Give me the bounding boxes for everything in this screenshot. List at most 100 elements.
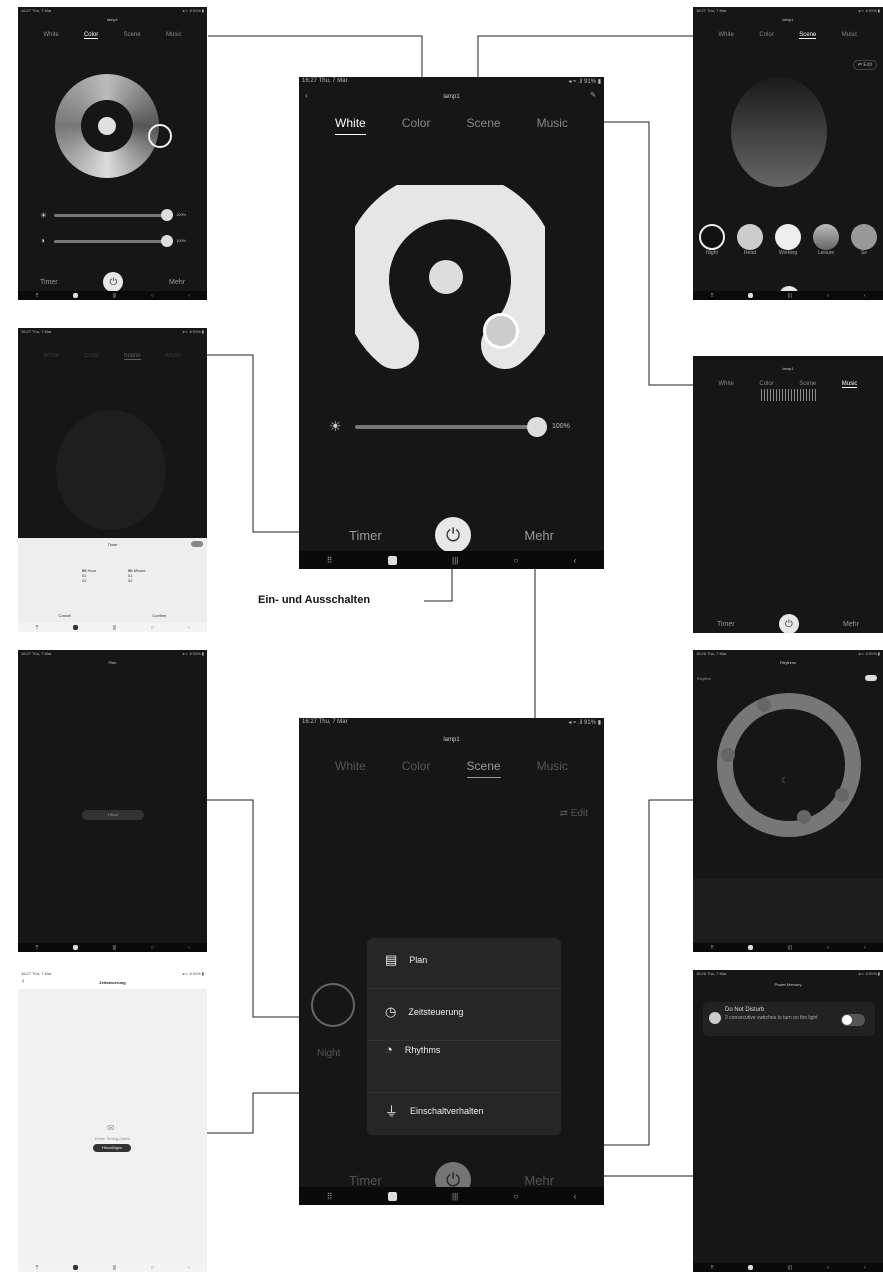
recent-icon[interactable]: ||| bbox=[113, 1265, 117, 1271]
recent-icon[interactable]: ||| bbox=[788, 293, 792, 299]
apps-icon[interactable]: ⠿ bbox=[327, 556, 333, 565]
back-icon[interactable]: ‹ bbox=[188, 1265, 190, 1271]
saturation-slider[interactable] bbox=[54, 240, 167, 243]
timer-button[interactable]: Timer bbox=[349, 1173, 382, 1188]
tab-music[interactable]: Music bbox=[537, 116, 568, 135]
more-button[interactable]: Mehr bbox=[843, 621, 859, 628]
menu-item-plan[interactable]: ▤ Plan bbox=[385, 952, 427, 968]
hour-picker[interactable]: 00 Hour 01 02 bbox=[82, 568, 96, 583]
back-icon[interactable]: ‹ bbox=[574, 1192, 577, 1201]
edit-button[interactable]: ⇄ Edit bbox=[560, 808, 588, 819]
evening-icon[interactable] bbox=[835, 788, 849, 802]
tab-music[interactable]: Music bbox=[537, 759, 568, 778]
tab-white[interactable]: White bbox=[43, 32, 58, 39]
recent-icon[interactable]: ||| bbox=[113, 945, 117, 951]
power-button[interactable]: ⏻ bbox=[778, 614, 799, 633]
back-icon[interactable]: ‹ bbox=[188, 293, 190, 299]
home-icon[interactable]: ○ bbox=[514, 556, 519, 565]
tab-music[interactable]: Music bbox=[166, 353, 182, 360]
scene-night[interactable] bbox=[311, 983, 355, 1027]
brightness-knob[interactable] bbox=[161, 209, 173, 221]
edit-icon[interactable]: ✎ bbox=[590, 91, 596, 99]
back-icon[interactable]: ‹ bbox=[864, 293, 866, 299]
rhythm-dial[interactable] bbox=[717, 693, 861, 837]
home-icon[interactable]: ○ bbox=[151, 293, 154, 299]
power-button[interactable]: ⏻ bbox=[103, 272, 124, 292]
scene-working[interactable]: Working bbox=[775, 224, 801, 256]
tab-scene[interactable]: Scene bbox=[123, 353, 141, 360]
color-picker-knob[interactable] bbox=[148, 124, 172, 148]
tab-white[interactable]: White bbox=[43, 353, 58, 360]
tab-color[interactable]: Color bbox=[402, 759, 431, 778]
tab-scene[interactable]: Scene bbox=[799, 381, 816, 388]
menu-item-rhythms[interactable]: ◔ Rhythms bbox=[385, 1042, 440, 1057]
app-icon[interactable] bbox=[73, 625, 79, 630]
recent-icon[interactable]: ||| bbox=[113, 625, 117, 631]
home-icon[interactable]: ○ bbox=[151, 625, 154, 631]
scene-night[interactable]: Night bbox=[699, 224, 725, 256]
tab-color[interactable]: Color bbox=[759, 32, 773, 39]
apps-icon[interactable]: ⠿ bbox=[35, 293, 39, 299]
home-icon[interactable]: ○ bbox=[826, 1265, 829, 1271]
app-icon[interactable] bbox=[387, 1191, 397, 1201]
moon-icon[interactable] bbox=[797, 810, 811, 824]
dnd-toggle[interactable] bbox=[841, 1014, 865, 1026]
brightness-knob[interactable] bbox=[527, 417, 547, 437]
tab-music[interactable]: Music bbox=[166, 32, 182, 39]
app-icon[interactable] bbox=[73, 945, 79, 950]
tab-scene[interactable]: Scene bbox=[124, 32, 141, 39]
brightness-slider[interactable] bbox=[54, 214, 167, 217]
tab-music[interactable]: Music bbox=[842, 32, 858, 39]
home-icon[interactable]: ○ bbox=[151, 945, 154, 951]
recent-icon[interactable]: ||| bbox=[788, 1265, 792, 1271]
tab-color[interactable]: Color bbox=[402, 116, 431, 135]
timer-button[interactable]: Timer bbox=[40, 279, 58, 286]
add-plan-button[interactable]: Hinzu bbox=[82, 810, 144, 820]
tab-music[interactable]: Music bbox=[841, 381, 858, 388]
more-button[interactable]: Mehr bbox=[524, 528, 554, 543]
back-icon[interactable]: ‹ bbox=[864, 1265, 866, 1271]
apps-icon[interactable]: ⠿ bbox=[710, 1265, 714, 1271]
app-icon[interactable] bbox=[73, 1265, 79, 1270]
apps-icon[interactable]: ⠿ bbox=[35, 945, 39, 951]
back-icon[interactable]: ‹ bbox=[574, 556, 577, 565]
tab-white[interactable]: White bbox=[719, 32, 734, 39]
apps-icon[interactable]: ⠿ bbox=[710, 293, 714, 299]
recent-icon[interactable]: ||| bbox=[113, 293, 117, 299]
home-icon[interactable]: ○ bbox=[151, 1265, 154, 1271]
app-icon[interactable] bbox=[748, 945, 754, 950]
home-icon[interactable]: ○ bbox=[826, 945, 829, 951]
back-icon[interactable]: ‹ bbox=[188, 945, 190, 951]
tab-scene[interactable]: Scene bbox=[466, 759, 501, 778]
app-icon[interactable] bbox=[73, 293, 79, 298]
sun-icon[interactable] bbox=[757, 698, 771, 712]
apps-icon[interactable]: ⠿ bbox=[327, 1192, 333, 1201]
timer-button[interactable]: Timer bbox=[349, 528, 382, 543]
apps-icon[interactable]: ⠿ bbox=[710, 945, 714, 951]
home-icon[interactable]: ○ bbox=[826, 293, 829, 299]
confirm-button[interactable]: Confirm bbox=[152, 613, 166, 618]
back-icon[interactable]: ‹ bbox=[188, 625, 190, 631]
app-icon[interactable] bbox=[387, 555, 397, 565]
saturation-knob[interactable] bbox=[161, 235, 173, 247]
scene-more[interactable]: Se bbox=[851, 224, 877, 256]
tab-white[interactable]: White bbox=[335, 759, 366, 778]
recent-icon[interactable]: ||| bbox=[788, 945, 792, 951]
add-button[interactable]: Hinzufügen bbox=[93, 1144, 131, 1152]
recent-icon[interactable]: ||| bbox=[452, 556, 458, 565]
tab-white[interactable]: White bbox=[719, 381, 734, 388]
tab-color[interactable]: Color bbox=[84, 353, 98, 360]
tab-scene[interactable]: Scene bbox=[467, 116, 501, 135]
edit-button[interactable]: ⇄ Edit bbox=[852, 60, 877, 70]
menu-item-einschaltverhalten[interactable]: ⏚ Einschaltverhalten bbox=[385, 1101, 484, 1120]
recent-icon[interactable]: ||| bbox=[452, 1192, 458, 1201]
sunrise-icon[interactable] bbox=[721, 748, 735, 762]
tab-white[interactable]: White bbox=[335, 116, 366, 135]
temperature-knob[interactable] bbox=[483, 313, 519, 349]
scene-leisure[interactable]: Leisure bbox=[813, 224, 839, 256]
back-icon[interactable]: ‹ bbox=[864, 945, 866, 951]
minute-picker[interactable]: 00 Minute 01 02 bbox=[128, 568, 146, 583]
cancel-button[interactable]: Cancel bbox=[59, 613, 71, 618]
timer-toggle[interactable] bbox=[191, 541, 203, 547]
rhythm-toggle[interactable] bbox=[865, 675, 877, 681]
